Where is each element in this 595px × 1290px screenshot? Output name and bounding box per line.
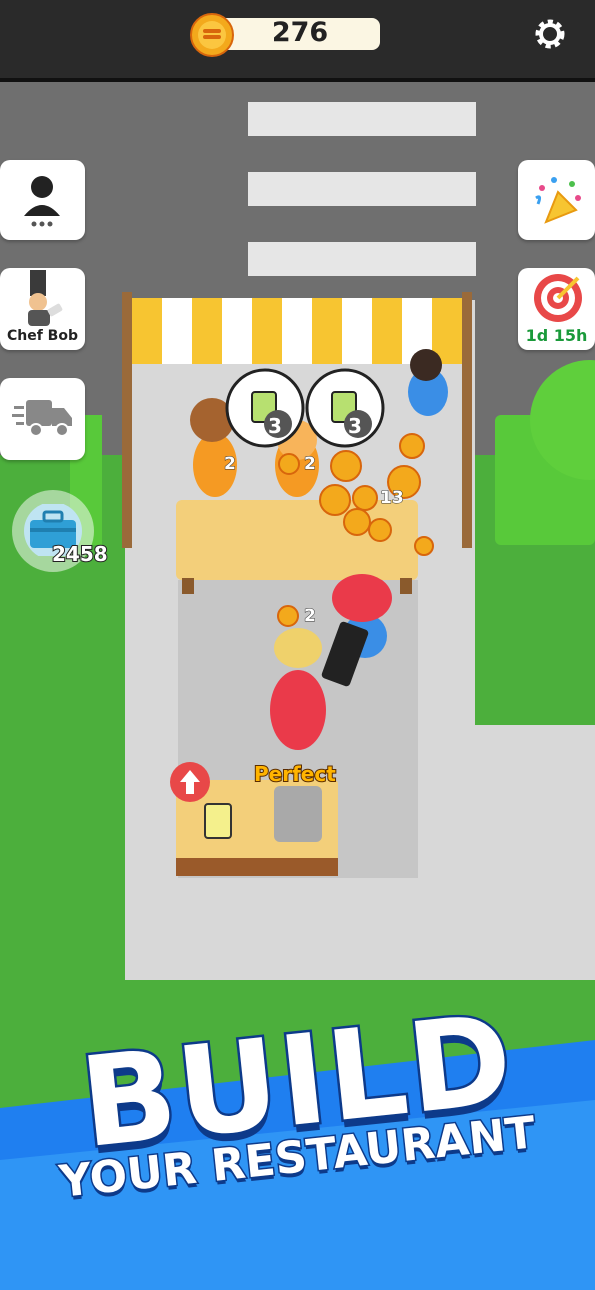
chef-name-label: Chef Bob — [6, 328, 78, 344]
party-button[interactable] — [518, 160, 595, 240]
crosswalk-stripe — [248, 102, 476, 136]
truck-icon — [12, 400, 72, 437]
player-coin-count: 2 — [304, 606, 317, 627]
target-button[interactable]: 1d 15h — [518, 268, 595, 350]
crosswalk-stripe — [248, 242, 476, 276]
profile-button[interactable] — [0, 160, 85, 240]
rating-text: Perfect — [253, 761, 337, 787]
customer-coin-count: 2 — [224, 454, 237, 475]
party-popper-icon — [535, 177, 581, 224]
delivery-button[interactable] — [0, 378, 85, 460]
customer-coin-count: 2 — [304, 454, 317, 475]
order-quantity: 3 — [268, 414, 282, 438]
order-bubble — [225, 368, 305, 448]
chef-button[interactable]: Chef Bob — [0, 268, 85, 350]
target-icon — [534, 274, 582, 322]
juicer-machine — [274, 786, 322, 842]
awning — [132, 298, 462, 364]
order-quantity: 3 — [348, 414, 362, 438]
crosswalk-stripe — [248, 172, 476, 206]
order-bubble — [305, 368, 385, 448]
coin-count: 276 — [271, 17, 329, 48]
gear-icon[interactable] — [532, 16, 568, 52]
restaurant-floor — [475, 725, 595, 980]
chef-avatar-icon — [28, 270, 63, 326]
lemonade-cup — [204, 803, 232, 839]
coin-pile-count: 13 — [380, 488, 405, 509]
person-icon — [24, 176, 60, 227]
awning-post — [122, 292, 132, 548]
awning-post — [462, 292, 472, 548]
toolbox-count: 2458 — [51, 541, 109, 567]
target-timer: 1d 15h — [525, 326, 588, 345]
coin-icon — [190, 13, 234, 57]
